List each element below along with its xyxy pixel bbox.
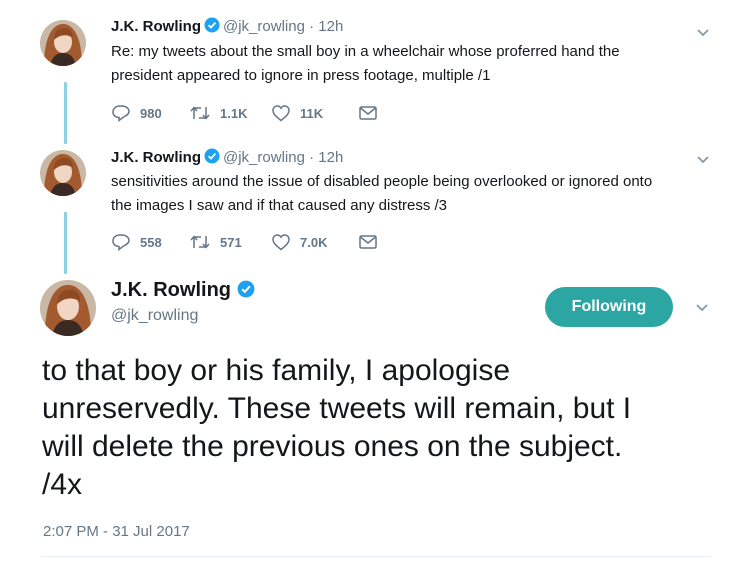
author-handle[interactable]: @jk_rowling <box>223 149 305 166</box>
following-button[interactable]: Following <box>545 287 673 327</box>
dm-icon <box>359 106 377 120</box>
avatar[interactable] <box>40 280 96 336</box>
chevron-down-icon[interactable] <box>695 153 711 165</box>
like-icon <box>272 234 290 251</box>
retweet-icon <box>190 106 210 120</box>
tweet-text: Re: my tweets about the small boy in a w… <box>111 40 711 88</box>
author-name[interactable]: J.K. Rowling <box>111 279 231 301</box>
dm-button[interactable] <box>359 106 377 120</box>
retweet-icon <box>190 235 210 249</box>
tweet-actions: 558 571 7.0K <box>111 233 377 251</box>
retweet-count: 571 <box>220 234 242 250</box>
main-text-line: unreservedly. These tweets will remain, … <box>42 392 632 425</box>
reply-icon <box>112 105 130 122</box>
dm-button[interactable] <box>359 235 377 249</box>
reply-count: 980 <box>140 105 162 121</box>
author-name-row: J.K. Rowling <box>111 279 258 304</box>
author-name[interactable]: J.K. Rowling <box>111 18 201 35</box>
like-icon <box>272 105 290 122</box>
reply-button[interactable]: 980 <box>111 104 189 122</box>
tweet-text: sensitivities around the issue of disabl… <box>111 170 711 218</box>
author-name[interactable]: J.K. Rowling <box>111 149 201 166</box>
tweet-text-line: sensitivities around the issue of disabl… <box>111 173 653 190</box>
main-text-line: to that boy or his family, I apologise <box>42 354 511 387</box>
like-count: 11K <box>300 105 324 121</box>
tweet-actions: 980 1.1K 11K <box>111 104 377 122</box>
separator: · <box>309 18 315 35</box>
like-count: 7.0K <box>300 234 328 250</box>
reply-icon <box>112 234 130 251</box>
main-text-line: /4x <box>42 468 83 501</box>
tweet-time[interactable]: 12h <box>318 18 343 35</box>
dm-icon <box>359 235 377 249</box>
retweet-button[interactable]: 1.1K <box>189 105 271 121</box>
author-handle[interactable]: @jk_rowling <box>111 307 198 325</box>
reply-button[interactable]: 558 <box>111 233 189 251</box>
tweet-timestamp[interactable]: 2:07 PM - 31 Jul 2017 <box>43 523 190 540</box>
avatar[interactable] <box>40 150 86 196</box>
separator: · <box>309 149 315 166</box>
tweet-time[interactable]: 12h <box>318 149 343 166</box>
verified-icon <box>237 280 255 304</box>
author-handle[interactable]: @jk_rowling <box>223 18 305 35</box>
tweet-text-line: the images I saw and if that caused any … <box>111 197 448 214</box>
thread-line <box>64 82 67 144</box>
main-tweet-text: to that boy or his family, I apologise u… <box>42 352 732 504</box>
verified-icon <box>204 148 220 168</box>
thread-line <box>64 212 67 274</box>
like-button[interactable]: 7.0K <box>271 233 359 251</box>
retweet-button[interactable]: 571 <box>189 234 271 250</box>
main-text-line: will delete the previous ones on the sub… <box>42 430 623 463</box>
tweet-header: J.K. Rowling @jk_rowling · 12h <box>111 148 343 168</box>
chevron-down-icon[interactable] <box>695 26 711 38</box>
tweet-text-line: Re: my tweets about the small boy in a w… <box>111 43 620 60</box>
reply-count: 558 <box>140 234 162 250</box>
divider <box>40 556 712 557</box>
tweet-header: J.K. Rowling @jk_rowling · 12h <box>111 17 343 37</box>
tweet-text-line: president appeared to ignore in press fo… <box>111 67 491 84</box>
like-button[interactable]: 11K <box>271 104 359 122</box>
retweet-count: 1.1K <box>220 105 248 121</box>
verified-icon <box>204 17 220 37</box>
chevron-down-icon[interactable] <box>694 301 710 313</box>
avatar[interactable] <box>40 20 86 66</box>
